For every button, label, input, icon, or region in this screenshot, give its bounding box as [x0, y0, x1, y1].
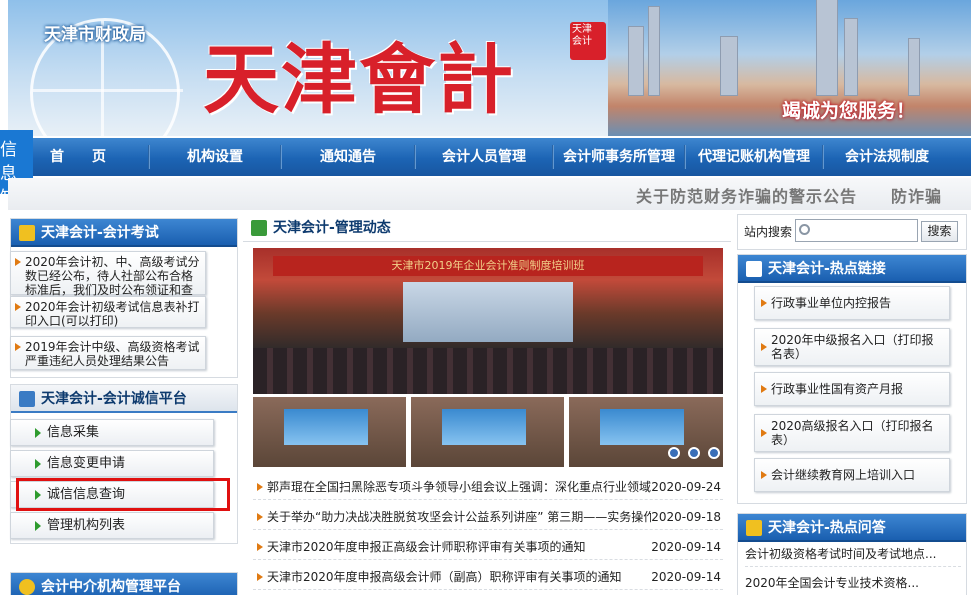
building-graphic — [816, 0, 838, 96]
thumbnail-screen — [283, 409, 368, 445]
building-graphic — [844, 18, 858, 96]
integrity-panel-title-text: 天津会计-会计诚信平台 — [41, 391, 187, 407]
news-row[interactable]: 关于举办“助力决战决胜脱贫攻坚会计公益系列讲座” 第三期——实务操作 2020-… — [253, 504, 723, 530]
title-seal: 天津 会计 — [570, 22, 606, 60]
agency-panel-title: 会计中介机构管理平台 — [11, 573, 237, 595]
thumbnail-screen — [599, 409, 685, 445]
hot-link-item[interactable]: 2020年中级报名入口（打印报名表） — [754, 328, 950, 366]
news-title: 天津市2020年度申报高级会计师（副高）职称评审有关事项的通知 — [267, 570, 622, 584]
news-date: 2020-09-14 — [651, 570, 721, 584]
info-collection-button[interactable]: 信息采集 — [10, 419, 214, 446]
building-graphic — [720, 36, 738, 96]
agency-panel: 会计中介机构管理平台 — [10, 572, 238, 595]
book-icon — [746, 520, 762, 536]
highlight-box — [16, 478, 230, 511]
news-row[interactable]: 天津市2020年度申报高级会计师（副高）职称评审有关事项的通知 2020-09-… — [253, 564, 723, 590]
site-title: 天津會計 — [203, 35, 515, 124]
hot-link-item[interactable]: 会计继续教育网上培训入口 — [754, 458, 950, 492]
hot-link-item[interactable]: 2020高级报名入口（打印报名表） — [754, 414, 950, 452]
building-graphic — [648, 6, 660, 96]
faq-item[interactable]: 会计初级资格考试时间及考试地点... — [745, 541, 961, 567]
news-panel-title-text: 天津会计-管理动态 — [273, 220, 391, 236]
news-row[interactable]: 郭声琨在全国扫黑除恶专项斗争领导小组会议上强调：深化重点行业领域整治 2020-… — [253, 474, 723, 500]
exam-panel-title-text: 天津会计-会计考试 — [41, 225, 159, 241]
faq-item[interactable]: 2020年全国会计专业技术资格... — [745, 570, 961, 595]
chart-icon — [746, 261, 762, 277]
hot-links-panel-title-text: 天津会计-热点链接 — [768, 261, 886, 277]
slideshow-main-photo[interactable]: 天津市2019年企业会计准则制度培训班 — [253, 248, 723, 394]
news-title: 天津市2020年度申报正高级会计师职称评审有关事项的通知 — [267, 540, 586, 554]
hot-links-panel-title: 天津会计-热点链接 — [738, 255, 966, 283]
exam-item[interactable]: 2020年会计初级考试信息表补打印入口(可以打印) — [10, 296, 206, 328]
slideshow-thumbnail[interactable] — [569, 397, 723, 467]
slideshow-thumbnail[interactable] — [253, 397, 406, 467]
search-input[interactable] — [795, 219, 918, 242]
user-group-icon — [19, 391, 35, 407]
hot-link-item[interactable]: 行政事业性国有资产月报 — [754, 372, 950, 406]
exam-item[interactable]: 2019年会计中级、高级资格考试严重违纪人员处理结果公告 — [10, 336, 206, 370]
search-label: 站内搜索 — [744, 225, 793, 239]
news-title: 关于举办“助力决战决胜脱贫攻坚会计公益系列讲座” 第三期——实务操作 — [267, 510, 651, 524]
nav-item-regulations[interactable]: 会计法规制度 — [824, 138, 950, 176]
nav-item-bookkeeping-management[interactable]: 代理记账机构管理 — [686, 138, 822, 176]
slideshow-dot[interactable] — [708, 447, 720, 459]
news-date: 2020-09-18 — [651, 510, 721, 524]
nav-item-accountant-management[interactable]: 会计人员管理 — [416, 138, 552, 176]
page: 天津市财政局 天津會計 天津 会计 竭诚为您服务！ 首 页 机构设置 通知通告 … — [0, 0, 971, 595]
search-button[interactable]: 搜索 — [921, 221, 958, 242]
book-icon — [19, 225, 35, 241]
photo-audience — [253, 348, 723, 394]
slogan: 竭诚为您服务！ — [781, 100, 915, 122]
integrity-panel-title: 天津会计-会计诚信平台 — [11, 385, 237, 413]
news-row[interactable]: 天津市2020年度申报正高级会计师职称评审有关事项的通知 2020-09-14 — [253, 534, 723, 560]
main-nav: 首 页 机构设置 通知通告 会计人员管理 会计师事务所管理 代理记账机构管理 会… — [8, 138, 971, 176]
news-date: 2020-09-14 — [651, 540, 721, 554]
slideshow-dot[interactable] — [668, 447, 680, 459]
search-icon — [799, 224, 810, 235]
faq-panel-title-text: 天津会计-热点问答 — [768, 520, 886, 536]
document-icon — [251, 220, 267, 236]
news-date: 2020-09-24 — [651, 480, 721, 494]
exam-panel-title: 天津会计-会计考试 — [11, 219, 237, 247]
hot-link-item[interactable]: 行政事业单位内控报告 — [754, 286, 950, 320]
news-title: 郭声琨在全国扫黑除恶专项斗争领导小组会议上强调：深化重点行业领域整治 — [267, 480, 651, 494]
faq-panel-title: 天津会计-热点问答 — [738, 514, 966, 542]
building-graphic — [908, 38, 920, 96]
site-banner: 天津市财政局 天津會計 天津 会计 竭诚为您服务！ — [8, 0, 971, 136]
ticker-text[interactable]: 关于防范财务诈骗的警示公告 防诈骗 — [636, 183, 942, 207]
agency-panel-title-text: 会计中介机构管理平台 — [41, 579, 181, 595]
nav-item-notices[interactable]: 通知通告 — [282, 138, 414, 176]
exam-item[interactable]: 2020年会计初、中、高级考试分数已经公布，待人社部公布合格标准后，我们及时公布… — [10, 251, 206, 311]
news-panel-title: 天津会计-管理动态 — [243, 214, 731, 242]
building-graphic — [628, 26, 644, 96]
photo-banner-text: 天津市2019年企业会计准则制度培训班 — [273, 256, 703, 276]
nav-item-home[interactable]: 首 页 — [34, 138, 122, 176]
thumbnail-screen — [441, 409, 526, 445]
nav-item-organization[interactable]: 机构设置 — [150, 138, 280, 176]
nav-item-firm-management[interactable]: 会计师事务所管理 — [554, 138, 684, 176]
info-change-request-button[interactable]: 信息变更申请 — [10, 450, 214, 477]
slideshow-thumbnail[interactable] — [411, 397, 564, 467]
announcement-ticker: 关于防范财务诈骗的警示公告 防诈骗 — [8, 178, 971, 210]
bureau-name: 天津市财政局 — [44, 25, 146, 45]
slideshow-dot[interactable] — [688, 447, 700, 459]
bulb-icon — [19, 579, 35, 595]
photo-stage-screen — [403, 282, 573, 342]
agency-list-button[interactable]: 管理机构列表 — [10, 512, 214, 539]
